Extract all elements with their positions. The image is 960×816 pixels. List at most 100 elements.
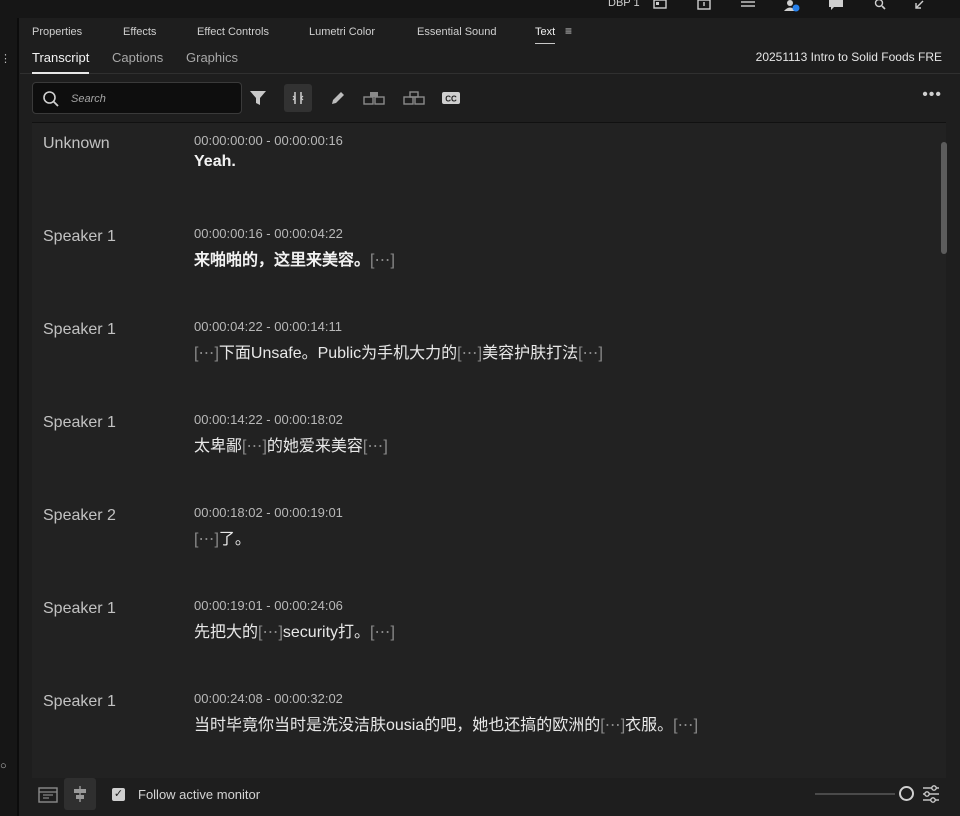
transcript-list[interactable]: Unknown 00:00:00:00 - 00:00:00:16 Yeah. Spe… <box>32 122 946 778</box>
sync-sequence-button[interactable] <box>32 778 64 810</box>
comments-icon[interactable] <box>828 0 844 12</box>
speaker-label[interactable]: Speaker 1 <box>43 414 116 432</box>
transcript-segment[interactable]: Speaker 2 00:00:18:02 - 00:00:19:01 [⋯]了。 <box>32 495 932 588</box>
segment-text[interactable]: [⋯]了。 <box>194 525 251 549</box>
redacted-word-marker[interactable]: [⋯] <box>363 438 388 455</box>
transcript-word-run[interactable]: 了。 <box>219 531 251 548</box>
transcript-segment[interactable]: Speaker 1 00:00:24:08 - 00:00:32:02 当时毕竟你当… <box>32 681 932 774</box>
tab-transcript[interactable]: Transcript <box>32 50 90 74</box>
redacted-word-marker[interactable]: [⋯] <box>457 345 482 362</box>
transcript-word-run[interactable]: 的她爱来美容 <box>267 438 363 455</box>
search-input[interactable] <box>69 89 234 109</box>
gutter-ring-icon: ○ <box>0 760 7 772</box>
redacted-word-marker[interactable]: [⋯] <box>242 438 267 455</box>
segment-timecode: 00:00:04:22 - 00:00:14:11 <box>194 319 342 334</box>
transcript-word-run[interactable]: 衣服。 <box>625 717 673 734</box>
align-center-icon <box>74 786 86 802</box>
speaker-label[interactable]: Speaker 2 <box>43 507 116 525</box>
tab-effects[interactable]: Effects <box>123 26 156 38</box>
transcript-word-run[interactable]: 来啪啪的，这里来美容。 <box>194 252 370 269</box>
export-frame-icon[interactable] <box>696 0 712 12</box>
segment-text[interactable]: 先把大的[⋯]security打。[⋯] <box>194 618 395 642</box>
redacted-word-marker[interactable]: [⋯] <box>578 345 603 362</box>
collapse-icon[interactable] <box>912 0 928 12</box>
segment-timecode: 00:00:14:22 - 00:00:18:02 <box>194 412 343 427</box>
more-options-icon[interactable]: ••• <box>922 86 942 104</box>
left-panel-gutter: ⋮ ○ <box>0 18 19 816</box>
speaker-icon <box>403 91 425 105</box>
transcript-word-run[interactable]: 先把大的 <box>194 624 258 641</box>
merge-segments-button[interactable] <box>360 84 388 112</box>
tab-captions[interactable]: Captions <box>112 50 163 65</box>
transcript-footer: ✓ Follow active monitor <box>20 778 960 816</box>
transcript-segment[interactable]: Speaker 1 00:00:14:22 - 00:00:18:02 太卑鄙[⋯]… <box>32 402 932 495</box>
transcript-segment[interactable]: Unknown 00:00:00:00 - 00:00:00:16 Yeah. <box>32 123 932 216</box>
align-center-button[interactable] <box>64 778 96 810</box>
tab-essential-sound[interactable]: Essential Sound <box>417 26 497 38</box>
transcript-word-run[interactable]: 美容护肤打法 <box>482 345 578 362</box>
transcript-segment[interactable]: Speaker 1 00:00:19:01 - 00:00:24:06 先把大的[⋯… <box>32 588 932 681</box>
tab-text[interactable]: Text <box>535 26 556 44</box>
sequence-name: 20251113 Intro to Solid Foods FRE <box>755 50 942 64</box>
tab-lumetri-color[interactable]: Lumetri Color <box>309 26 375 38</box>
transcript-word-run[interactable]: 太卑鄙 <box>194 438 242 455</box>
segment-timecode: 00:00:00:16 - 00:00:04:22 <box>194 226 343 241</box>
speaker-label[interactable]: Speaker 1 <box>43 228 116 246</box>
panel-divider[interactable] <box>17 18 19 816</box>
filter-icon <box>250 91 266 105</box>
split-segment-icon <box>292 92 304 104</box>
segment-text[interactable]: 当时毕竟你当时是洗没洁肤ousia的吧，她也还搞的欧洲的[⋯]衣服。[⋯] <box>194 711 698 735</box>
transcript-scrollbar[interactable] <box>941 142 947 254</box>
split-segment-button[interactable] <box>284 84 312 112</box>
search-box[interactable] <box>32 82 242 114</box>
redacted-word-marker[interactable]: [⋯] <box>370 624 395 641</box>
panel-menu-icon[interactable]: ≡ <box>565 24 572 38</box>
transcript-word-run[interactable]: 下面Unsafe。Public为手机大力的 <box>219 345 457 362</box>
search-icon[interactable] <box>872 0 888 12</box>
merge-segments-icon <box>363 92 385 105</box>
transcript-segment[interactable]: Speaker 1 00:00:00:16 - 00:00:04:22 来啪啪的，这… <box>32 216 932 309</box>
speaker-assign-button[interactable] <box>400 84 428 112</box>
speaker-label[interactable]: Speaker 1 <box>43 693 116 711</box>
search-icon <box>43 91 59 107</box>
redacted-word-marker[interactable]: [⋯] <box>194 345 219 362</box>
segment-text[interactable]: 太卑鄙[⋯]的她爱来美容[⋯] <box>194 432 388 456</box>
redacted-word-marker[interactable]: [⋯] <box>194 531 219 548</box>
text-subtab-bar: Transcript Captions Graphics 20251113 In… <box>20 46 960 74</box>
user-icon[interactable] <box>784 0 800 12</box>
captions-cc-icon: CC <box>442 92 460 104</box>
redacted-word-marker[interactable]: [⋯] <box>370 252 395 269</box>
segment-text[interactable]: [⋯]下面Unsafe。Public为手机大力的[⋯]美容护肤打法[⋯] <box>194 339 603 363</box>
text-panel: Properties Effects Effect Controls Lumet… <box>20 18 960 816</box>
transcript-word-run[interactable]: Yeah. <box>194 153 236 170</box>
speaker-label[interactable]: Speaker 1 <box>43 600 116 618</box>
transcript-toolbar: CC ••• <box>20 74 960 122</box>
monitor-icon[interactable] <box>652 0 668 12</box>
speaker-label[interactable]: Unknown <box>43 135 110 153</box>
segment-timecode: 00:00:00:00 - 00:00:00:16 <box>194 133 343 148</box>
tab-properties[interactable]: Properties <box>32 26 82 38</box>
sequence-sync-icon <box>38 787 58 803</box>
transcript-segment[interactable]: Speaker 1 00:00:04:22 - 00:00:14:11 [⋯]下面U… <box>32 309 932 402</box>
segment-timecode: 00:00:18:02 - 00:00:19:01 <box>194 505 343 520</box>
workspace-label[interactable]: DBP 1 <box>608 0 640 9</box>
redacted-word-marker[interactable]: [⋯] <box>673 717 698 734</box>
active-tab-underline <box>535 43 556 44</box>
segment-text[interactable]: Yeah. <box>194 153 236 171</box>
transcript-word-run[interactable]: security打。 <box>283 624 370 641</box>
transcript-word-run[interactable]: 当时毕竟你当时是洗没洁肤ousia的吧，她也还搞的欧洲的 <box>194 717 600 734</box>
edit-button[interactable] <box>324 84 352 112</box>
workspaces-icon[interactable] <box>740 0 756 12</box>
tab-effect-controls[interactable]: Effect Controls <box>197 26 269 38</box>
segment-text[interactable]: 来啪啪的，这里来美容。[⋯] <box>194 246 395 270</box>
sliders-settings-icon[interactable] <box>921 784 941 804</box>
redacted-word-marker[interactable]: [⋯] <box>600 717 625 734</box>
follow-monitor-checkbox[interactable]: ✓ <box>112 788 125 801</box>
create-captions-button[interactable]: CC <box>437 84 465 112</box>
filter-button[interactable] <box>244 84 272 112</box>
tab-graphics[interactable]: Graphics <box>186 50 238 65</box>
zoom-slider-track[interactable] <box>815 793 895 795</box>
speaker-label[interactable]: Speaker 1 <box>43 321 116 339</box>
zoom-slider-knob[interactable] <box>899 786 914 801</box>
redacted-word-marker[interactable]: [⋯] <box>258 624 283 641</box>
